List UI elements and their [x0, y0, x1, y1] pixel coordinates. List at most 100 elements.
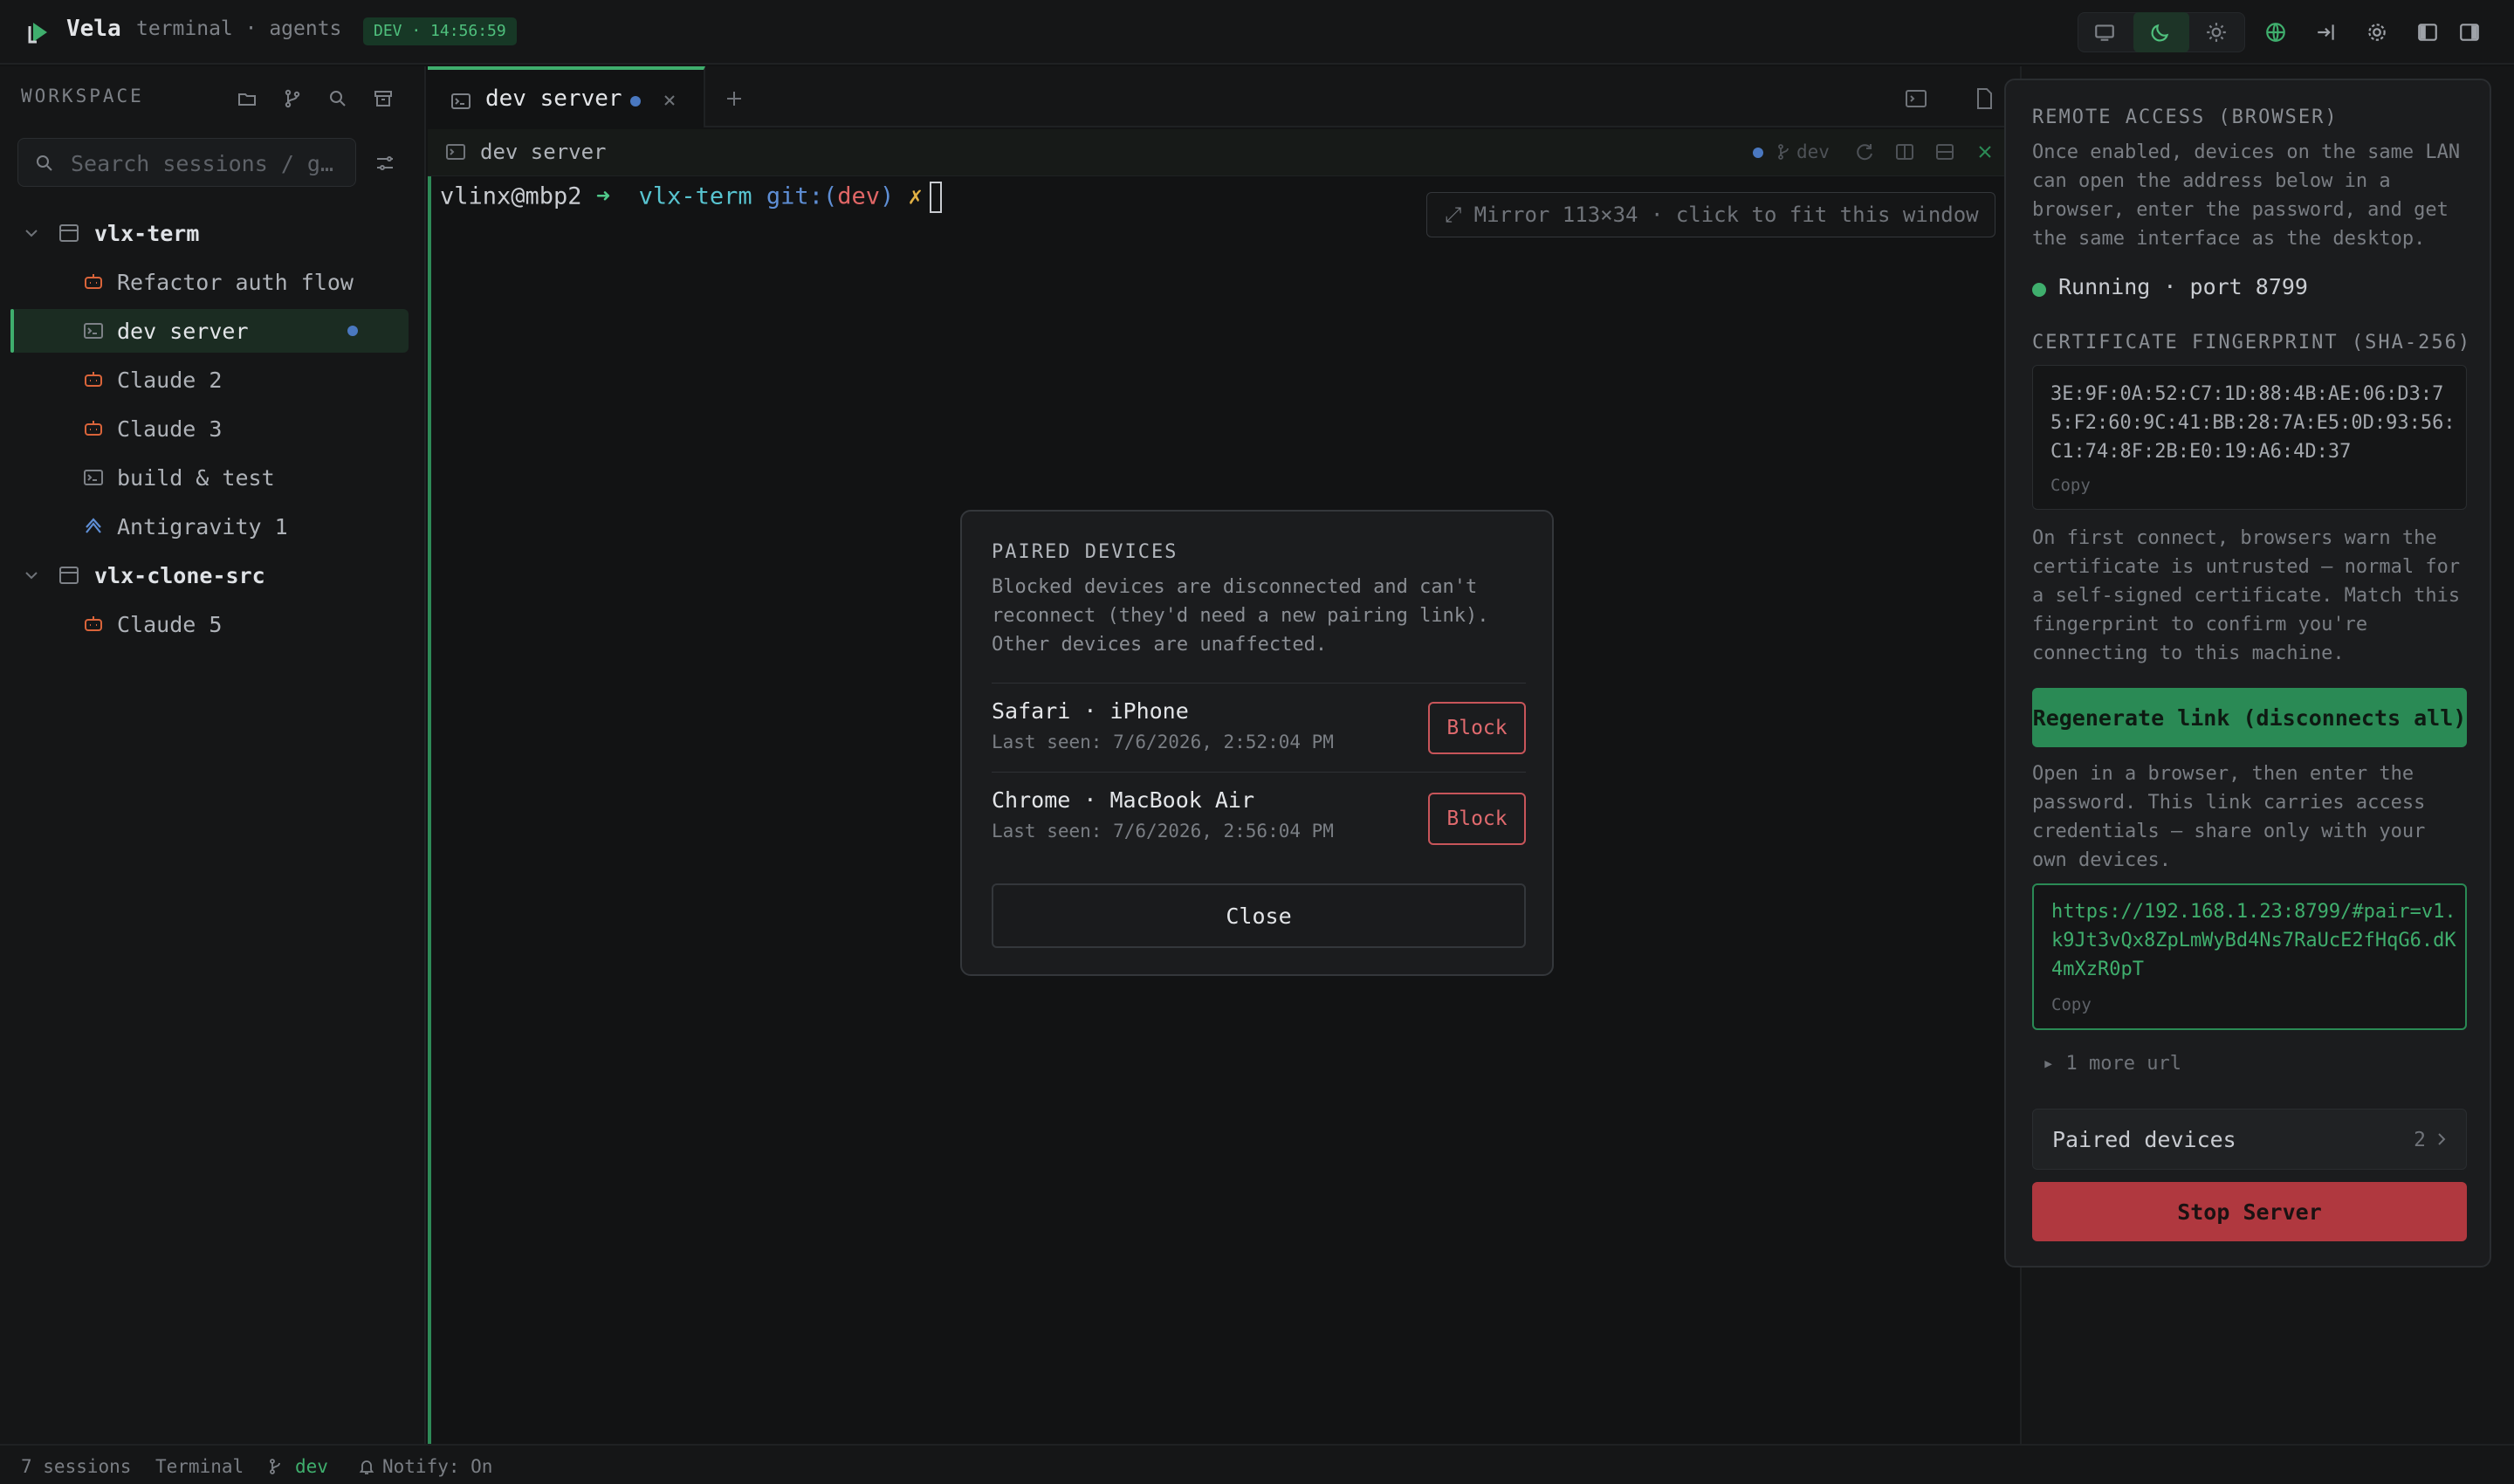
- prompt-arrow: ➜: [595, 182, 611, 210]
- app-name: Vela: [66, 16, 121, 42]
- status-bar: 7 sessions Terminal dev Notify: On: [0, 1444, 2514, 1484]
- left-panel-icon[interactable]: [2413, 17, 2442, 47]
- terminal-header-label: dev server: [480, 140, 607, 164]
- close-icon[interactable]: [658, 89, 681, 112]
- filter-icon[interactable]: [370, 148, 400, 178]
- session-label: Claude 3: [117, 416, 223, 442]
- session-item-active[interactable]: dev server: [10, 309, 409, 353]
- stop-server-button[interactable]: Stop Server: [2032, 1182, 2467, 1241]
- sidebar: WORKSPACE vlx-term Refactor auth flow de…: [0, 66, 426, 1444]
- session-label: build & test: [117, 464, 275, 491]
- sign-in-icon[interactable]: [2311, 17, 2341, 47]
- tree-group-label: vlx-term: [94, 220, 200, 246]
- prompt-user: vlinx@mbp2: [440, 182, 582, 210]
- globe-icon[interactable]: [2261, 17, 2291, 47]
- status-dot: [1753, 148, 1763, 158]
- archive-icon[interactable]: [368, 84, 398, 113]
- app-subtitle: terminal · agents: [136, 17, 342, 40]
- terminal-header: dev server dev: [428, 129, 2020, 176]
- copy-fingerprint-link[interactable]: Copy: [2050, 476, 2091, 495]
- right-panel-icon[interactable]: [2455, 17, 2484, 47]
- unread-dot: [347, 326, 358, 336]
- more-url-toggle[interactable]: ▸ 1 more url: [2043, 1053, 2181, 1075]
- search-icon: [37, 155, 52, 171]
- paired-devices-row[interactable]: Paired devices 2: [2032, 1109, 2467, 1170]
- session-item[interactable]: build & test: [10, 456, 409, 499]
- antigravity-icon: [86, 518, 101, 533]
- divider: [992, 772, 1526, 773]
- session-item[interactable]: Claude 3: [10, 407, 409, 450]
- mode-label: Terminal: [155, 1456, 244, 1477]
- session-label: Claude 5: [117, 611, 223, 637]
- terminal-icon: [84, 470, 103, 485]
- session-item[interactable]: Antigravity 1: [10, 505, 409, 548]
- active-indicator: [10, 309, 14, 353]
- notify-toggle[interactable]: Notify: On: [382, 1456, 492, 1477]
- device-last-seen: Last seen: 7/6/2026, 2:56:04 PM: [992, 821, 1334, 842]
- session-item[interactable]: Claude 2: [10, 358, 409, 402]
- session-item[interactable]: Claude 5: [10, 602, 409, 646]
- block-device-button[interactable]: Block: [1428, 793, 1526, 845]
- tab-bar: dev server: [428, 66, 2020, 127]
- terminal-cursor: [929, 182, 942, 213]
- robot-icon: [85, 274, 102, 289]
- remote-intro: Once enabled, devices on the same LAN ca…: [2032, 141, 2461, 250]
- tab-label: dev server: [485, 86, 622, 112]
- gear-icon[interactable]: [2362, 17, 2392, 47]
- file-icon[interactable]: [1971, 86, 1997, 112]
- prompt-branch: dev: [837, 182, 880, 210]
- status-dot: [2032, 283, 2046, 297]
- mirror-fit-button[interactable]: ⤢ Mirror 113×34 · click to fit this wind…: [1426, 192, 1995, 237]
- fingerprint-note: On first connect, browsers warn the cert…: [2032, 527, 2461, 664]
- chevron-down-icon: [25, 230, 38, 237]
- project-icon: [59, 224, 79, 242]
- paired-devices-count: 2: [2414, 1129, 2426, 1151]
- tree-group-vlx-clone-src[interactable]: vlx-clone-src: [10, 553, 409, 597]
- sun-icon[interactable]: [2201, 17, 2231, 47]
- chevron-down-icon: [25, 572, 38, 580]
- bell-icon: [359, 1460, 374, 1474]
- folder-open-icon[interactable]: [232, 84, 262, 113]
- chevron-right-icon: [2438, 1133, 2446, 1145]
- session-label: Refactor auth flow: [117, 269, 354, 295]
- plus-icon[interactable]: [721, 86, 747, 112]
- robot-icon: [85, 616, 102, 631]
- terminal-prompt: vlinx@mbp2 ➜ vlx-term git:(dev) ✗: [440, 182, 942, 213]
- device-name: Chrome · MacBook Air: [992, 787, 1255, 813]
- split-horizontal-icon[interactable]: [1934, 141, 1955, 162]
- pairing-url: https://192.168.1.23:8799/#pair=v1.k9Jt3…: [2051, 901, 2456, 980]
- copy-url-link[interactable]: Copy: [2051, 995, 2092, 1014]
- refresh-icon[interactable]: [1854, 141, 1875, 162]
- tab-dev-server[interactable]: dev server: [428, 66, 705, 127]
- modal-description: Blocked devices are disconnected and can…: [992, 576, 1489, 656]
- fingerprint-box: 3E:9F:0A:52:C7:1D:88:4B:AE:06:D3:75:F2:6…: [2032, 365, 2467, 510]
- moon-icon[interactable]: [2146, 17, 2175, 47]
- prompt-git: git:(: [766, 182, 838, 210]
- git-branch-icon[interactable]: [278, 84, 307, 113]
- monitor-icon[interactable]: [2090, 17, 2119, 47]
- close-pane-icon[interactable]: [1975, 141, 1995, 162]
- regenerate-link-button[interactable]: Regenerate link (disconnects all): [2032, 688, 2467, 747]
- modal-title: PAIRED DEVICES: [992, 541, 1178, 563]
- session-item[interactable]: Refactor auth flow: [10, 260, 409, 304]
- dev-badge: DEV · 14:56:59: [363, 17, 517, 45]
- split-vertical-icon[interactable]: [1894, 141, 1915, 162]
- terminal-panel-icon[interactable]: [1903, 86, 1929, 112]
- remote-access-popover: REMOTE ACCESS (BROWSER) Once enabled, de…: [2004, 79, 2491, 1268]
- robot-icon: [85, 421, 102, 436]
- close-button[interactable]: Close: [992, 883, 1526, 948]
- project-icon: [59, 567, 79, 584]
- git-branch-icon: [1778, 144, 1789, 160]
- paired-devices-modal: PAIRED DEVICES Blocked devices are disco…: [960, 510, 1554, 976]
- search-icon[interactable]: [323, 84, 353, 113]
- branch-label[interactable]: dev: [295, 1456, 328, 1477]
- tree-group-vlx-term[interactable]: vlx-term: [10, 211, 409, 255]
- server-status: Running · port 8799: [2058, 274, 2308, 299]
- prompt-dirty-mark: ✗: [908, 182, 923, 210]
- search-input[interactable]: [71, 146, 348, 181]
- device-last-seen: Last seen: 7/6/2026, 2:52:04 PM: [992, 732, 1334, 752]
- session-label: Antigravity 1: [117, 513, 288, 539]
- divider: [992, 683, 1526, 684]
- remote-title: REMOTE ACCESS (BROWSER): [2032, 106, 2339, 128]
- block-device-button[interactable]: Block: [1428, 702, 1526, 754]
